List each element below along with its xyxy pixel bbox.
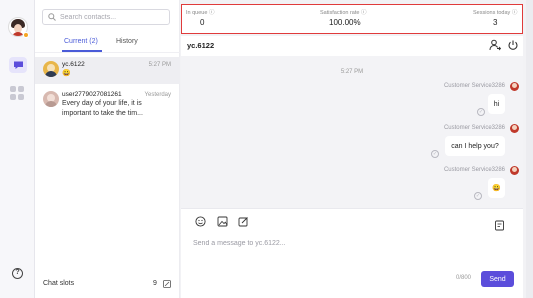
contact-item[interactable]: yc.6122 5:27 PM 😀 [35,57,180,84]
status-indicator [23,32,29,38]
contact-name: user2779027081261 [62,91,122,98]
nav-rail: ? [0,0,35,298]
chat-header: yc.6122 [181,36,523,56]
contact-tabs: Current (2) History [35,38,180,52]
contact-item[interactable]: user2779027081261 Yesterday Every day of… [35,88,180,122]
chat-slots-label: Chat slots [43,280,75,287]
scrollbar[interactable] [526,0,533,298]
quick-reply-icon[interactable] [494,220,505,231]
emoji-icon[interactable] [195,216,206,227]
message-bubble: can I help you? [445,136,505,156]
message-input[interactable] [193,240,493,247]
contact-time: Yesterday [144,92,171,98]
transfer-user-icon[interactable] [489,39,501,51]
contact-avatar [43,61,59,77]
read-receipt-icon: ✓ [431,150,439,158]
image-icon[interactable] [217,216,228,227]
agent-avatar [510,82,519,91]
message-bubble: hi [488,94,505,114]
char-counter: 0/800 [456,275,472,281]
message-sender: Customer Service3286 [443,167,505,173]
power-icon[interactable] [507,39,519,51]
sessions-value: 3 [493,18,498,27]
search-box[interactable] [42,9,170,25]
contact-preview: 😀 [62,70,71,77]
sessions-label: Sessions today ⓘ [473,10,518,16]
divider [35,52,180,53]
message-composer [181,208,523,298]
chat-slots-count: 9 [153,280,157,287]
tab-current[interactable]: Current (2) [64,38,98,45]
agent-avatar [510,166,519,175]
search-icon [48,13,56,21]
edit-note-icon[interactable] [238,216,249,227]
stats-banner: In queue ⓘ 0 Satisfaction rate ⓘ 100.00%… [181,4,523,34]
search-input[interactable] [60,13,160,21]
read-receipt-icon: ✓ [477,108,485,116]
contacts-panel: Current (2) History yc.6122 5:27 PM 😀 us… [35,0,180,298]
in-queue-value: 0 [200,18,205,27]
apps-icon[interactable] [10,86,25,101]
tab-history[interactable]: History [116,38,138,45]
edit-icon[interactable] [163,280,171,288]
send-button[interactable]: Send [481,271,514,287]
chat-area: yc.6122 5:27 PM Customer Service3286 hi … [181,36,523,298]
help-icon[interactable]: ? [12,268,23,279]
satisfaction-value: 100.00% [329,18,361,27]
message-sender: Customer Service3286 [443,125,505,131]
contact-time: 5:27 PM [148,62,171,68]
app-root: ? Current (2) History yc.6122 5:27 PM 😀 [0,0,533,298]
contact-preview: Every day of your life, it is important … [62,100,143,117]
satisfaction-label: Satisfaction rate ⓘ [320,10,367,16]
chat-title: yc.6122 [187,41,215,50]
contact-avatar [43,91,59,107]
contact-name: yc.6122 [62,61,85,68]
chat-icon[interactable] [9,57,27,73]
agent-avatar [510,124,519,133]
chat-timestamp: 5:27 PM [340,69,364,75]
in-queue-label: In queue ⓘ [186,10,215,16]
message-bubble: 😀 [488,178,505,198]
message-sender: Customer Service3286 [443,83,505,89]
read-receipt-icon: ✓ [474,192,482,200]
